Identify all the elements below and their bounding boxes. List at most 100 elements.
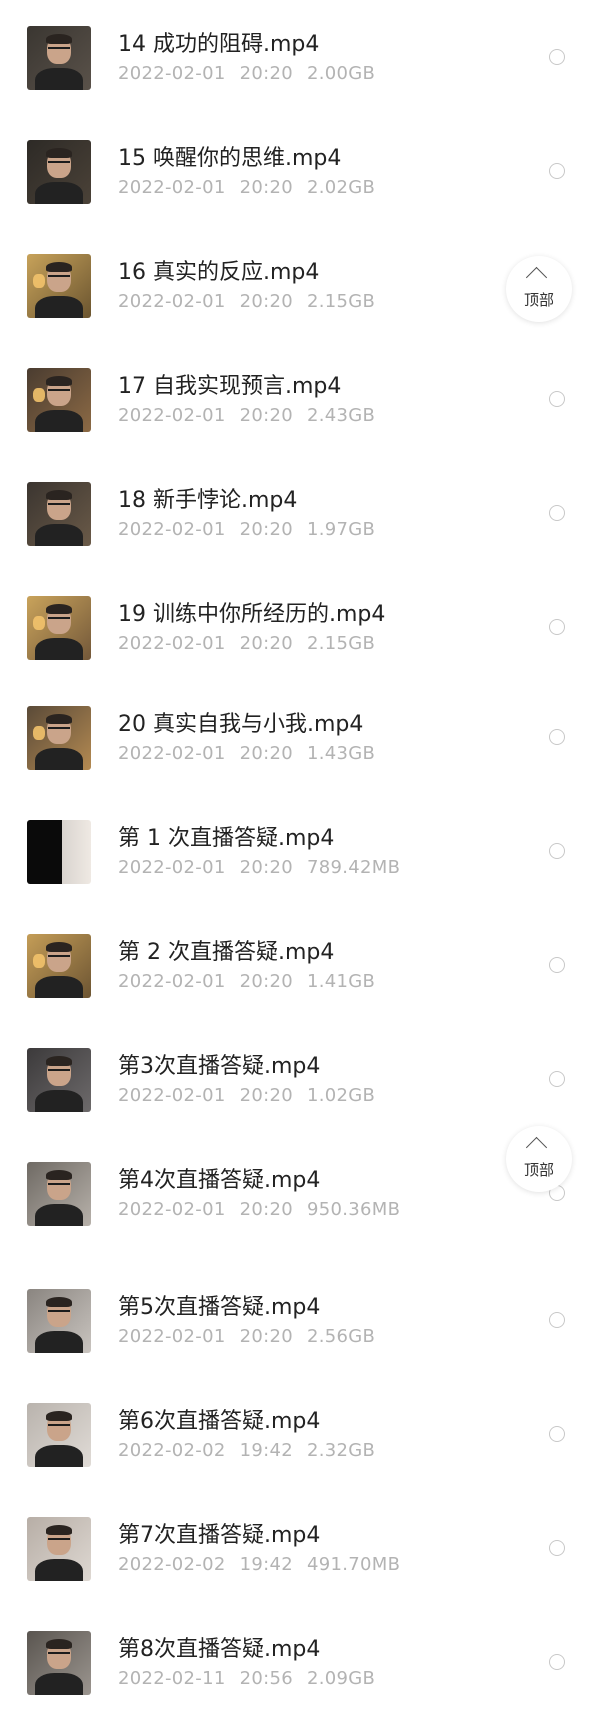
file-meta: 2022-02-01 20:20 2.00GB — [118, 63, 389, 84]
file-name: 第4次直播答疑.mp4 — [118, 1168, 321, 1193]
list-item[interactable]: 19 训练中你所经历的.mp4 2022-02-01 20:20 2.15GB — [0, 580, 602, 690]
file-name: 14 成功的阻碍.mp4 — [118, 32, 320, 57]
file-size: 2.56GB — [306, 1326, 376, 1347]
file-name: 16 真实的反应.mp4 — [118, 260, 320, 285]
file-meta: 2022-02-01 20:20 2.56GB — [118, 1326, 389, 1347]
file-name: 17 自我实现预言.mp4 — [118, 374, 342, 399]
video-thumbnail — [27, 1162, 91, 1226]
file-time: 20:20 — [239, 519, 293, 540]
chevron-up-icon — [525, 266, 548, 289]
select-radio[interactable] — [549, 957, 565, 973]
list-item[interactable]: 15 唤醒你的思维.mp4 2022-02-01 20:20 2.02GB — [0, 124, 602, 234]
file-time: 20:20 — [239, 1199, 293, 1220]
file-time: 20:20 — [239, 743, 293, 764]
select-radio[interactable] — [549, 391, 565, 407]
file-size: 2.00GB — [306, 63, 376, 84]
file-date: 2022-02-01 — [118, 1199, 226, 1220]
scroll-to-top-button[interactable]: 顶部 — [506, 1126, 572, 1192]
file-name: 第3次直播答疑.mp4 — [118, 1054, 321, 1079]
list-item[interactable]: 14 成功的阻碍.mp4 2022-02-01 20:20 2.00GB — [0, 10, 602, 120]
file-date: 2022-02-02 — [118, 1554, 226, 1575]
file-name: 第 1 次直播答疑.mp4 — [118, 826, 335, 851]
file-time: 20:20 — [239, 971, 293, 992]
file-time: 19:42 — [239, 1554, 293, 1575]
select-radio[interactable] — [549, 1071, 565, 1087]
video-thumbnail — [27, 140, 91, 204]
file-time: 20:20 — [239, 405, 293, 426]
video-thumbnail — [27, 706, 91, 770]
file-name: 第8次直播答疑.mp4 — [118, 1637, 321, 1662]
file-size: 1.97GB — [306, 519, 376, 540]
file-meta: 2022-02-01 20:20 1.41GB — [118, 971, 389, 992]
file-meta: 2022-02-01 20:20 2.15GB — [118, 633, 389, 654]
scroll-to-top-label: 顶部 — [523, 291, 554, 309]
list-item[interactable]: 第7次直播答疑.mp4 2022-02-02 19:42 491.70MB — [0, 1501, 602, 1611]
select-radio[interactable] — [549, 619, 565, 635]
video-thumbnail — [27, 368, 91, 432]
file-name: 第 2 次直播答疑.mp4 — [118, 940, 335, 965]
file-meta: 2022-02-01 20:20 1.02GB — [118, 1085, 389, 1106]
file-date: 2022-02-01 — [118, 1085, 226, 1106]
video-thumbnail — [27, 1048, 91, 1112]
video-thumbnail — [27, 254, 91, 318]
scroll-to-top-label: 顶部 — [523, 1161, 554, 1179]
file-meta: 2022-02-01 20:20 2.02GB — [118, 177, 389, 198]
list-item[interactable]: 第8次直播答疑.mp4 2022-02-11 20:56 2.09GB — [0, 1615, 602, 1720]
file-time: 20:20 — [239, 63, 293, 84]
file-size: 789.42MB — [306, 857, 401, 878]
list-item[interactable]: 第5次直播答疑.mp4 2022-02-01 20:20 2.56GB — [0, 1273, 602, 1383]
file-size: 1.41GB — [306, 971, 376, 992]
select-radio[interactable] — [549, 49, 565, 65]
video-thumbnail — [27, 1517, 91, 1581]
file-meta: 2022-02-02 19:42 2.32GB — [118, 1440, 389, 1461]
file-date: 2022-02-01 — [118, 519, 226, 540]
list-item[interactable]: 第6次直播答疑.mp4 2022-02-02 19:42 2.32GB — [0, 1387, 602, 1497]
select-radio[interactable] — [549, 1426, 565, 1442]
file-time: 20:20 — [239, 177, 293, 198]
file-time: 20:20 — [239, 1326, 293, 1347]
file-list-page: 14 成功的阻碍.mp4 2022-02-01 20:20 2.00GB 15 唤醒你的… — [0, 0, 602, 1720]
list-item[interactable]: 第 2 次直播答疑.mp4 2022-02-01 20:20 1.41GB — [0, 918, 602, 1028]
select-radio[interactable] — [549, 1540, 565, 1556]
file-date: 2022-02-01 — [118, 291, 226, 312]
select-radio[interactable] — [549, 1312, 565, 1328]
file-date: 2022-02-11 — [118, 1668, 226, 1689]
select-radio[interactable] — [549, 163, 565, 179]
file-meta: 2022-02-11 20:56 2.09GB — [118, 1668, 389, 1689]
file-meta: 2022-02-01 20:20 1.43GB — [118, 743, 389, 764]
file-time: 20:20 — [239, 857, 293, 878]
file-name: 20 真实自我与小我.mp4 — [118, 712, 364, 737]
file-meta: 2022-02-01 20:20 2.15GB — [118, 291, 389, 312]
select-radio[interactable] — [549, 729, 565, 745]
video-thumbnail — [27, 26, 91, 90]
file-size: 1.43GB — [306, 743, 376, 764]
file-size: 491.70MB — [306, 1554, 401, 1575]
file-date: 2022-02-01 — [118, 743, 226, 764]
video-thumbnail — [27, 1403, 91, 1467]
list-item[interactable]: 20 真实自我与小我.mp4 2022-02-01 20:20 1.43GB — [0, 690, 602, 800]
file-meta: 2022-02-01 20:20 950.36MB — [118, 1199, 414, 1220]
file-name: 第5次直播答疑.mp4 — [118, 1295, 321, 1320]
list-item[interactable]: 17 自我实现预言.mp4 2022-02-01 20:20 2.43GB — [0, 352, 602, 462]
file-size: 2.32GB — [306, 1440, 376, 1461]
select-radio[interactable] — [549, 1654, 565, 1670]
select-radio[interactable] — [549, 843, 565, 859]
list-item[interactable]: 第3次直播答疑.mp4 2022-02-01 20:20 1.02GB — [0, 1032, 602, 1142]
scroll-to-top-button[interactable]: 顶部 — [506, 256, 572, 322]
file-meta: 2022-02-01 20:20 789.42MB — [118, 857, 414, 878]
file-time: 20:20 — [239, 1085, 293, 1106]
video-thumbnail — [27, 596, 91, 660]
file-time: 20:20 — [239, 291, 293, 312]
video-thumbnail — [27, 1289, 91, 1353]
file-date: 2022-02-01 — [118, 63, 226, 84]
list-item[interactable]: 18 新手悖论.mp4 2022-02-01 20:20 1.97GB — [0, 466, 602, 576]
file-size: 2.02GB — [306, 177, 376, 198]
file-date: 2022-02-02 — [118, 1440, 226, 1461]
file-size: 950.36MB — [306, 1199, 401, 1220]
list-item[interactable]: 第 1 次直播答疑.mp4 2022-02-01 20:20 789.42MB — [0, 804, 602, 914]
file-size: 1.02GB — [306, 1085, 376, 1106]
file-time: 20:56 — [239, 1668, 293, 1689]
video-thumbnail — [27, 482, 91, 546]
file-size: 2.43GB — [306, 405, 376, 426]
select-radio[interactable] — [549, 505, 565, 521]
